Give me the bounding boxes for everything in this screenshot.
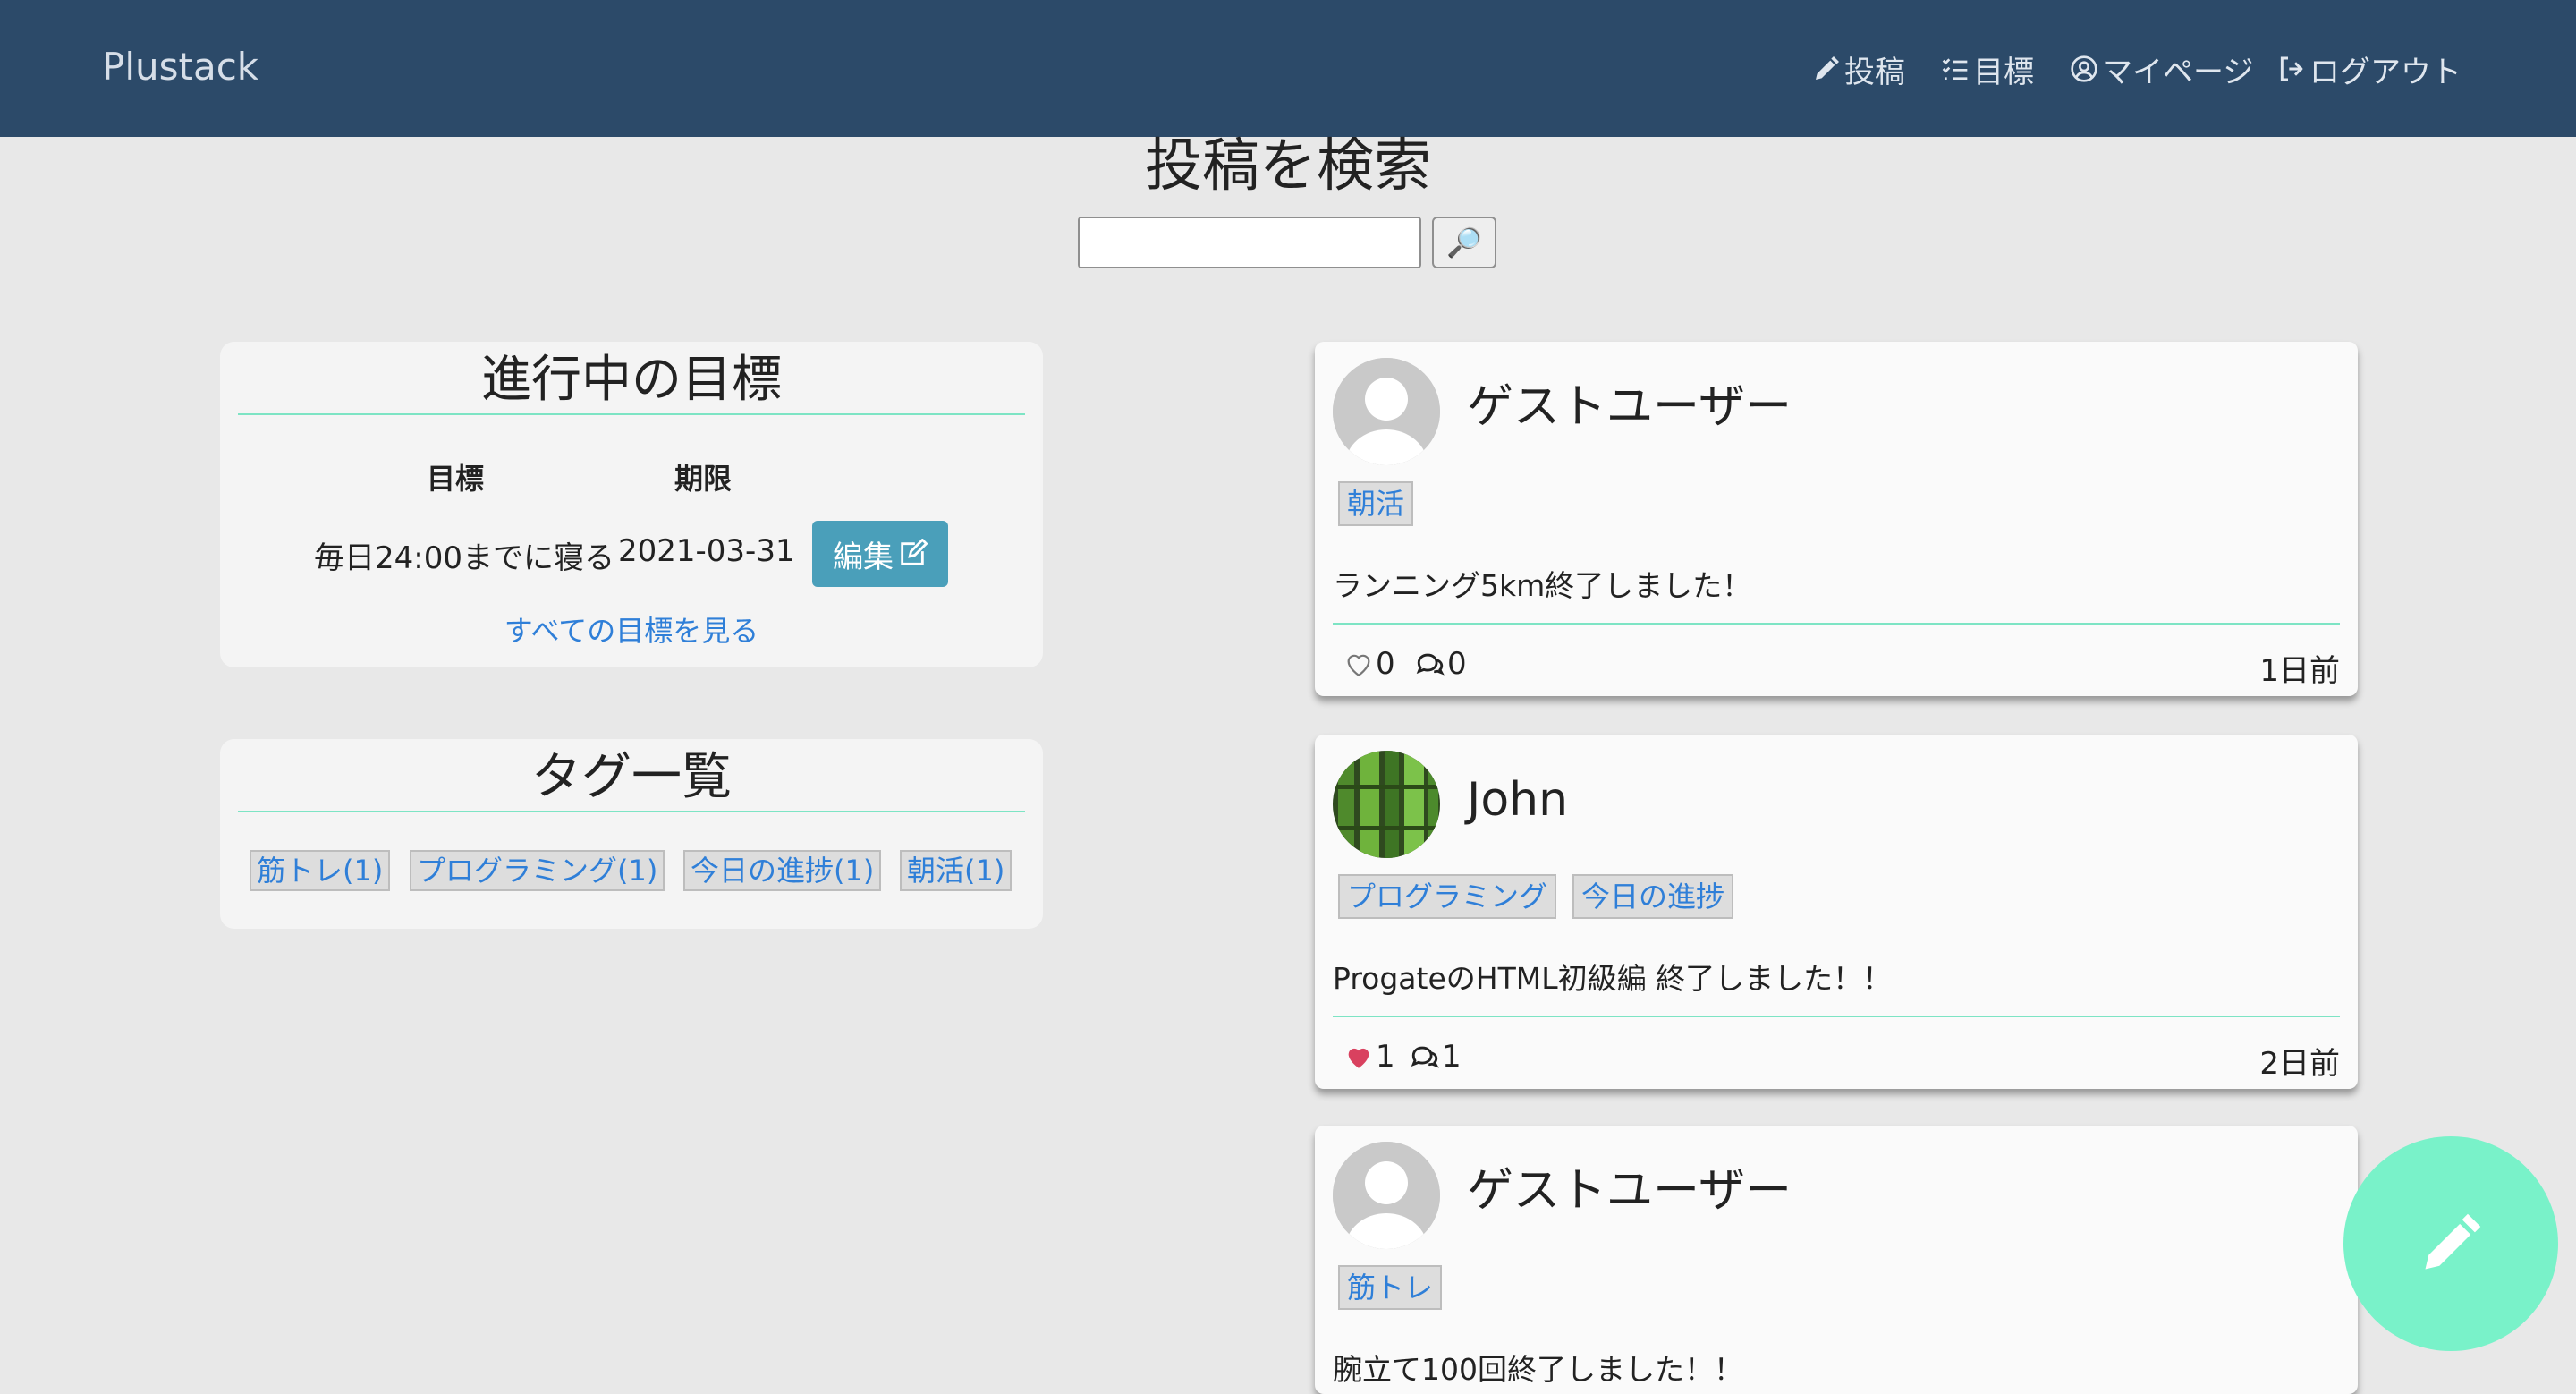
heart-outline-icon	[1347, 654, 1370, 677]
like-button[interactable]: 1	[1343, 1039, 1395, 1075]
comment-count: 0	[1447, 646, 1467, 682]
tags-title: タグ一覧	[238, 750, 1025, 812]
tag-item[interactable]: 今日の進捗(1)	[683, 850, 882, 891]
post-footer: 0 0 1日前	[1333, 646, 2340, 689]
checklist-icon	[1942, 58, 1968, 80]
comment-count: 1	[1442, 1039, 1462, 1075]
post-username[interactable]: John	[1467, 769, 1568, 831]
like-button[interactable]: 0	[1343, 646, 1395, 682]
navbar: Plustack 投稿 目標 マイページ ログアウト	[0, 0, 2576, 137]
tag-item[interactable]: プログラミング(1)	[410, 850, 665, 891]
like-count: 1	[1376, 1039, 1395, 1075]
like-count: 0	[1376, 646, 1395, 682]
brand-logo[interactable]: Plustack	[102, 45, 258, 89]
goal-column-header: 目標	[427, 462, 485, 496]
all-goals-link[interactable]: すべての目標を見る	[220, 608, 1043, 650]
tags-card: タグ一覧	[220, 739, 1043, 929]
pencil-icon	[1816, 56, 1839, 80]
tag-item[interactable]: 筋トレ(1)	[250, 850, 391, 891]
nav-goals-label: 目標	[1973, 54, 2034, 90]
search-input[interactable]	[1078, 217, 1421, 268]
post-card[interactable]: ゲストユーザー 筋トレ 腕立て100回終了しました！！	[1315, 1126, 2358, 1394]
post-card[interactable]: John プログラミング 今日の進捗 ProgateのHTML初級編 終了しまし…	[1315, 735, 2358, 1089]
post-tag[interactable]: 筋トレ	[1338, 1265, 1443, 1310]
post-tag[interactable]: 今日の進捗	[1572, 874, 1734, 919]
post-time: 1日前	[2259, 653, 2340, 689]
new-post-fab[interactable]	[2343, 1136, 2558, 1351]
comment-button[interactable]: 1	[1410, 1039, 1462, 1075]
deadline-column-header: 期限	[674, 462, 733, 496]
search-icon: 🔎	[1446, 225, 1482, 259]
default-avatar-icon	[1333, 358, 1440, 465]
post-username[interactable]: ゲストユーザー	[1467, 1160, 1792, 1222]
default-avatar-icon	[1333, 1142, 1440, 1249]
nav-mypage-label: マイページ	[2102, 54, 2254, 90]
search-button[interactable]: 🔎	[1432, 217, 1496, 268]
pencil-icon	[2425, 1213, 2481, 1270]
post-username[interactable]: ゲストユーザー	[1467, 376, 1792, 438]
comments-icon	[1411, 1046, 1439, 1068]
tag-item[interactable]: 朝活(1)	[900, 850, 1013, 891]
nav-post-label: 投稿	[1844, 54, 1905, 90]
nav-post[interactable]: 投稿	[1812, 48, 1905, 90]
avatar[interactable]	[1333, 1142, 1440, 1249]
avatar[interactable]	[1333, 751, 1440, 858]
nav-mypage[interactable]: マイページ	[2070, 48, 2254, 90]
post-body: ProgateのHTML初級編 終了しました！！	[1333, 961, 1893, 996]
post-divider	[1333, 1016, 2340, 1017]
post-time: 2日前	[2259, 1046, 2340, 1082]
edit-goal-label: 編集	[833, 539, 894, 575]
post-tag[interactable]: プログラミング	[1338, 874, 1557, 919]
goal-text: 毎日24:00までに寝る	[314, 540, 614, 576]
post-footer: 1 1 2日前	[1333, 1039, 2340, 1082]
comments-icon	[1416, 653, 1445, 676]
user-circle-icon	[2071, 55, 2097, 82]
sign-out-icon	[2280, 56, 2303, 81]
post-body: 腕立て100回終了しました！！	[1333, 1352, 1743, 1387]
goal-deadline: 2021-03-31	[618, 533, 795, 569]
edit-goal-button[interactable]: 編集	[812, 521, 948, 587]
comment-button[interactable]: 0	[1415, 646, 1467, 682]
heart-filled-icon	[1348, 1048, 1369, 1068]
post-card[interactable]: ゲストユーザー 朝活 ランニング5km終了しました！ 0 0 1日前	[1315, 342, 2358, 696]
nav-goals[interactable]: 目標	[1941, 48, 2034, 90]
post-body: ランニング5km終了しました！	[1333, 568, 1752, 603]
nav-logout[interactable]: ログアウト	[2277, 48, 2462, 90]
avatar[interactable]	[1333, 358, 1440, 465]
post-divider	[1333, 623, 2340, 625]
post-tag[interactable]: 朝活	[1338, 481, 1414, 526]
nav-logout-label: ログアウト	[2309, 54, 2462, 90]
goals-title: 進行中の目標	[238, 353, 1025, 415]
search-title: 投稿を検索	[1145, 133, 1431, 200]
bamboo-avatar-image	[1333, 751, 1440, 858]
edit-icon	[901, 539, 928, 565]
